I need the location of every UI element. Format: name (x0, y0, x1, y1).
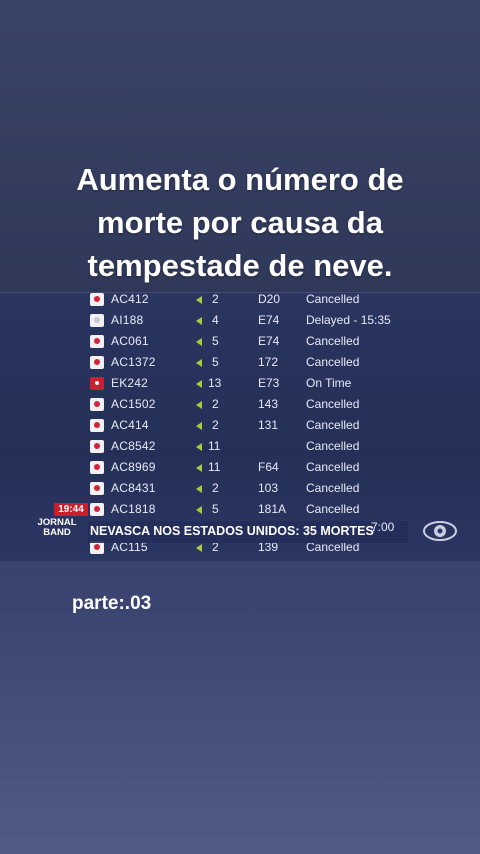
flight-row: AC8431 2 103 Cancelled (0, 480, 480, 501)
arrow-icon (196, 380, 202, 388)
flight-row: AC414 2 131 Cancelled (0, 417, 480, 438)
flight-number: AC1818 (111, 502, 156, 516)
flight-number: AC8969 (111, 460, 156, 474)
gate-number: 5 (212, 355, 219, 369)
flight-row: EK242 13 E73 On Time (0, 375, 480, 396)
flight-row: AC8969 11 F64 Cancelled (0, 459, 480, 480)
arrow-icon (196, 485, 202, 493)
flight-status: Cancelled (306, 439, 360, 453)
gate-number: 2 (212, 418, 219, 432)
flight-number: AC414 (111, 418, 149, 432)
air-canada-logo-icon (90, 482, 104, 495)
emirates-logo-icon (90, 377, 104, 390)
terminal-code: 181A (258, 502, 287, 516)
caption-line-1: Aumenta o número de (76, 162, 404, 197)
video-caption: Aumenta o número de morte por causa da t… (0, 158, 480, 287)
caption-line-3: tempestade de neve. (87, 248, 393, 283)
flight-row: AC8542 11 Cancelled (0, 438, 480, 459)
flight-status: Delayed - 15:35 (306, 313, 391, 327)
broadcast-clock: 19:44 (54, 503, 88, 516)
flight-row: AC412 2 D20 Cancelled (0, 292, 480, 312)
air-canada-logo-icon (90, 293, 104, 306)
arrow-icon (196, 422, 202, 430)
part-label: parte:.03 (72, 593, 152, 614)
flight-number: AC1502 (111, 397, 156, 411)
flight-number: AC1372 (111, 355, 156, 369)
flight-status: Cancelled (306, 460, 360, 474)
flight-status: Cancelled (306, 481, 360, 495)
arrow-icon (196, 401, 202, 409)
ticker-partial-time: 7:00 (371, 520, 395, 534)
flight-row: AC1502 2 143 Cancelled (0, 396, 480, 417)
arrow-icon (196, 464, 202, 472)
news-ticker: NEVASCA NOS ESTADOS UNIDOS: 35 MORTES 7:… (30, 517, 460, 545)
arrow-icon (196, 359, 202, 367)
gate-number: 2 (212, 481, 219, 495)
gate-number: 5 (212, 334, 219, 348)
flight-row: AI188 4 E74 Delayed - 15:35 (0, 312, 480, 333)
gate-number: 11 (208, 460, 221, 474)
flight-status: Cancelled (306, 292, 360, 306)
flight-number: AC061 (111, 334, 149, 348)
terminal-code: 172 (258, 355, 279, 369)
arrow-icon (196, 338, 202, 346)
ticker-headline: NEVASCA NOS ESTADOS UNIDOS: 35 MORTES (90, 524, 374, 538)
arrow-icon (196, 317, 202, 325)
terminal-code: 131 (258, 418, 279, 432)
terminal-code: F64 (258, 460, 279, 474)
terminal-code: E73 (258, 376, 280, 390)
flight-number: EK242 (111, 376, 149, 390)
gate-number: 2 (212, 292, 219, 306)
air-canada-logo-icon (90, 356, 104, 369)
terminal-code: 143 (258, 397, 279, 411)
caption-line-2: morte por causa da (97, 205, 383, 240)
air-canada-logo-icon (90, 461, 104, 474)
flight-status: On Time (306, 376, 352, 390)
flight-number: AI188 (111, 313, 144, 327)
flight-status: Cancelled (306, 502, 360, 516)
flight-number: AC412 (111, 292, 149, 306)
flight-status: Cancelled (306, 397, 360, 411)
flight-status: Cancelled (306, 334, 360, 348)
flight-status: Cancelled (306, 418, 360, 432)
flight-number: AC8431 (111, 481, 156, 495)
flight-row: AC061 5 E74 Cancelled (0, 333, 480, 354)
air-canada-logo-icon (90, 335, 104, 348)
flight-status: Cancelled (306, 355, 360, 369)
terminal-code: E74 (258, 313, 280, 327)
gate-number: 2 (212, 397, 219, 411)
arrow-icon (196, 296, 202, 304)
air-canada-logo-icon (90, 419, 104, 432)
arrow-icon (196, 506, 202, 514)
band-eye-icon (423, 521, 457, 541)
terminal-code: E74 (258, 334, 280, 348)
flight-number: AC8542 (111, 439, 156, 453)
flight-row: AC1372 5 172 Cancelled (0, 354, 480, 375)
arrow-icon (196, 544, 202, 552)
gate-number: 11 (208, 439, 221, 453)
gate-number: 5 (212, 502, 219, 516)
terminal-code: D20 (258, 292, 281, 306)
air-canada-logo-icon (90, 398, 104, 411)
air-canada-logo-icon (90, 440, 104, 453)
air-canada-logo-icon (90, 503, 104, 516)
air-india-logo-icon (90, 314, 104, 327)
gate-number: 4 (212, 313, 219, 327)
arrow-icon (196, 443, 202, 451)
gate-number: 13 (208, 376, 222, 390)
terminal-code: 103 (258, 481, 279, 495)
